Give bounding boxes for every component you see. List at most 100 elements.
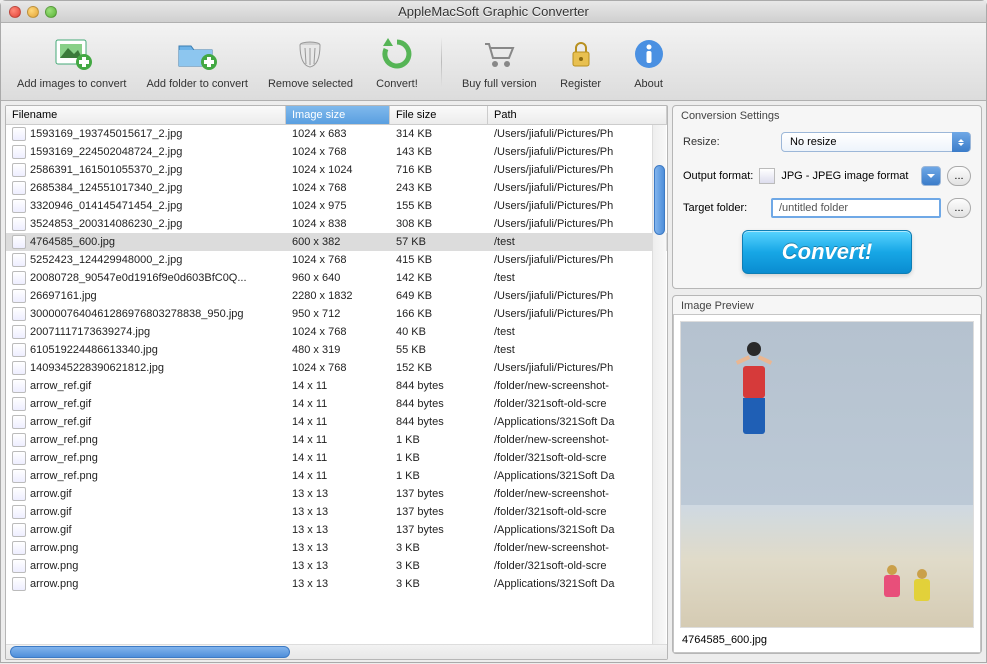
table-row[interactable]: arrow.gif13 x 13137 bytes/folder/321soft… (6, 503, 667, 521)
header-filename[interactable]: Filename (6, 106, 286, 124)
table-row[interactable]: arrow_ref.gif14 x 11844 bytes/Applicatio… (6, 413, 667, 431)
file-icon (12, 433, 26, 447)
file-icon (12, 397, 26, 411)
chevron-updown-icon (952, 132, 970, 152)
file-icon (12, 451, 26, 465)
file-icon (12, 541, 26, 555)
preview-title: Image Preview (673, 296, 981, 314)
table-row[interactable]: 610519224486613340.jpg480 x 31955 KB/tes… (6, 341, 667, 359)
horizontal-scrollbar[interactable] (6, 644, 667, 659)
add-folder-icon (175, 34, 219, 74)
target-folder-input[interactable] (771, 198, 941, 218)
file-icon (12, 487, 26, 501)
file-icon (12, 199, 26, 213)
remove-selected-button[interactable]: Remove selected (262, 30, 359, 94)
preview-filename: 4764585_600.jpg (680, 628, 974, 646)
scroll-thumb[interactable] (654, 165, 665, 235)
toolbar-separator (441, 37, 442, 87)
file-icon (12, 415, 26, 429)
filetype-icon (759, 168, 775, 184)
table-row[interactable]: 5252423_124429948000_2.jpg1024 x 768415 … (6, 251, 667, 269)
table-row[interactable]: 20080728_90547e0d1916f9e0d603BfC0Q...960… (6, 269, 667, 287)
image-preview-panel: Image Preview 4764585_600.jpg (672, 295, 982, 654)
header-file-size[interactable]: File size (390, 106, 488, 124)
table-row[interactable]: 20071117173639274.jpg1024 x 76840 KB/tes… (6, 323, 667, 341)
output-format-dropdown[interactable] (921, 166, 941, 186)
window-title: AppleMacSoft Graphic Converter (1, 4, 986, 19)
file-icon (12, 523, 26, 537)
table-row[interactable]: 3000007640461286976803278838_950.jpg950 … (6, 305, 667, 323)
table-row[interactable]: 3524853_200314086230_2.jpg1024 x 838308 … (6, 215, 667, 233)
add-folder-button[interactable]: Add folder to convert (140, 30, 254, 94)
register-button[interactable]: Register (551, 30, 611, 94)
file-table: Filename Image size File size Path 15931… (5, 105, 668, 660)
file-icon (12, 505, 26, 519)
table-row[interactable]: arrow.png13 x 133 KB/folder/new-screensh… (6, 539, 667, 557)
output-format-label: Output format: (683, 170, 753, 182)
add-images-icon (50, 34, 94, 74)
table-row[interactable]: arrow_ref.png14 x 111 KB/folder/321soft-… (6, 449, 667, 467)
file-icon (12, 343, 26, 357)
table-row[interactable]: arrow.gif13 x 13137 bytes/Applications/3… (6, 521, 667, 539)
table-row[interactable]: 1593169_224502048724_2.jpg1024 x 768143 … (6, 143, 667, 161)
table-row[interactable]: arrow_ref.png14 x 111 KB/folder/new-scre… (6, 431, 667, 449)
table-row[interactable]: 1593169_193745015617_2.jpg1024 x 683314 … (6, 125, 667, 143)
resize-label: Resize: (683, 136, 773, 148)
table-header: Filename Image size File size Path (6, 106, 667, 125)
info-icon (627, 34, 671, 74)
vertical-scrollbar[interactable] (652, 125, 666, 644)
file-icon (12, 271, 26, 285)
convert-icon (375, 34, 419, 74)
file-icon (12, 235, 26, 249)
trash-icon (288, 34, 332, 74)
table-row[interactable]: 2586391_161501055370_2.jpg1024 x 1024716… (6, 161, 667, 179)
table-row[interactable]: arrow.png13 x 133 KB/folder/321soft-old-… (6, 557, 667, 575)
table-row[interactable]: 2685384_124551017340_2.jpg1024 x 768243 … (6, 179, 667, 197)
table-row[interactable]: arrow.gif13 x 13137 bytes/folder/new-scr… (6, 485, 667, 503)
file-icon (12, 379, 26, 393)
table-row[interactable]: arrow_ref.gif14 x 11844 bytes/folder/321… (6, 395, 667, 413)
target-folder-label: Target folder: (683, 202, 765, 214)
file-icon (12, 469, 26, 483)
about-button[interactable]: About (619, 30, 679, 94)
file-icon (12, 145, 26, 159)
convert-button[interactable]: Convert! (742, 230, 912, 274)
convert-toolbar-button[interactable]: Convert! (367, 30, 427, 94)
table-row[interactable]: arrow_ref.png14 x 111 KB/Applications/32… (6, 467, 667, 485)
table-row[interactable]: arrow.png13 x 133 KB/Applications/321Sof… (6, 575, 667, 593)
output-format-options-button[interactable]: ... (947, 166, 971, 186)
file-icon (12, 361, 26, 375)
header-image-size[interactable]: Image size (286, 106, 390, 124)
file-icon (12, 253, 26, 267)
titlebar: AppleMacSoft Graphic Converter (1, 1, 986, 23)
table-body: 1593169_193745015617_2.jpg1024 x 683314 … (6, 125, 667, 644)
table-row[interactable]: 1409345228390621812.jpg1024 x 768152 KB/… (6, 359, 667, 377)
scroll-thumb[interactable] (10, 646, 290, 658)
cart-icon (477, 34, 521, 74)
settings-title: Conversion Settings (673, 106, 981, 124)
resize-select[interactable]: No resize (781, 132, 971, 152)
file-icon (12, 127, 26, 141)
conversion-settings-panel: Conversion Settings Resize: No resize Ou… (672, 105, 982, 289)
file-icon (12, 181, 26, 195)
toolbar: Add images to convert Add folder to conv… (1, 23, 986, 101)
file-icon (12, 289, 26, 303)
table-row[interactable]: arrow_ref.gif14 x 11844 bytes/folder/new… (6, 377, 667, 395)
output-format-value: JPG - JPEG image format (781, 170, 915, 182)
table-row[interactable]: 4764585_600.jpg600 x 38257 KB/test (6, 233, 667, 251)
file-icon (12, 163, 26, 177)
register-icon (559, 34, 603, 74)
table-row[interactable]: 26697161.jpg2280 x 1832649 KB/Users/jiaf… (6, 287, 667, 305)
file-icon (12, 325, 26, 339)
preview-image (680, 321, 974, 628)
header-path[interactable]: Path (488, 106, 667, 124)
file-icon (12, 577, 26, 591)
file-icon (12, 307, 26, 321)
add-images-button[interactable]: Add images to convert (11, 30, 132, 94)
buy-button[interactable]: Buy full version (456, 30, 543, 94)
preview-container: 4764585_600.jpg (673, 314, 981, 653)
browse-folder-button[interactable]: ... (947, 198, 971, 218)
table-row[interactable]: 3320946_014145471454_2.jpg1024 x 975155 … (6, 197, 667, 215)
file-icon (12, 559, 26, 573)
file-icon (12, 217, 26, 231)
